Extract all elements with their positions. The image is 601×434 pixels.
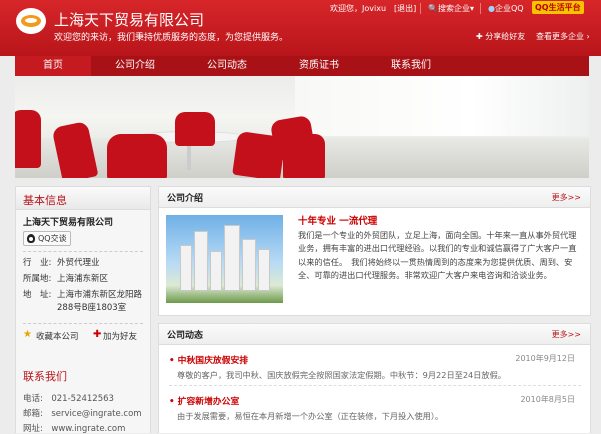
search-icon: 🔍 xyxy=(428,4,438,13)
sidebar-company-name: 上海天下贸易有限公司 xyxy=(23,218,114,228)
news-item-date: 2010年9月12日 xyxy=(515,354,575,363)
chevron-down-icon: ▾ xyxy=(469,4,474,13)
sidebar-actions: ★ 收藏本公司 ✚ 加为好友 xyxy=(23,329,147,343)
company-slogan: 欢迎您的来访，我们秉持优质服务的态度，为您提供服务。 xyxy=(54,33,289,43)
company-name: 上海天下贸易有限公司 xyxy=(54,12,205,29)
star-icon: ★ xyxy=(23,329,32,340)
contact-phone: 电话: 021-52412563 xyxy=(23,394,114,404)
nav-item-contact[interactable]: 联系我们 xyxy=(373,56,449,76)
company-intro-more-link[interactable]: 更多>> xyxy=(552,192,581,203)
basic-info-header: 基本信息 xyxy=(16,187,150,210)
company-building-photo xyxy=(166,215,283,303)
basic-info-title: 基本信息 xyxy=(23,194,67,207)
company-news-more-link[interactable]: 更多>> xyxy=(552,329,581,340)
main-nav: 首页 公司介绍 公司动态 资质证书 联系我们 xyxy=(15,56,589,76)
news-item: • 扩容新增办公室 2010年8月5日 由于发展需要，易恒在本月新增一个办公室（… xyxy=(169,394,581,428)
qq-chat-button[interactable]: QQ交谈 xyxy=(23,231,71,246)
contact-title: 联系我们 xyxy=(23,370,67,383)
qq-icon: ● xyxy=(488,4,495,13)
hero-banner-image xyxy=(15,76,589,178)
contact-email[interactable]: 邮箱: service@ingrate.com xyxy=(23,407,142,419)
news-item-summary: 尊敬的客户，我司中秋、国庆放假完全按照国家法定假期。中秋节：9月22日至24日放… xyxy=(177,370,506,380)
news-item-title[interactable]: • 扩容新增办公室 xyxy=(169,394,239,407)
plus-icon: ✚ xyxy=(93,329,102,340)
news-item-title[interactable]: • 中秋国庆放假安排 xyxy=(169,353,248,366)
nav-item-certificates[interactable]: 资质证书 xyxy=(281,56,357,76)
industry-row: 行 业: 外贸代理业 xyxy=(23,258,100,268)
chevron-right-icon: › xyxy=(586,32,590,41)
favorite-company-link[interactable]: 收藏本公司 xyxy=(36,330,79,342)
contact-website[interactable]: 网址: www.ingrate.com xyxy=(23,422,125,434)
more-business-link[interactable]: 查看更多企业 › xyxy=(536,31,590,42)
top-bar: 欢迎您，Jovixu [退出] 🔍搜索企业▾ ●企业QQ QQ生活平台 xyxy=(330,1,601,17)
nav-item-home[interactable]: 首页 xyxy=(15,56,91,76)
company-intro-panel: 公司介绍 更多>> 十年专业 一流代理 我们是一个专业的外贸团队，立足上海，面向… xyxy=(158,186,591,316)
contact-header: 联系我们 xyxy=(16,363,150,385)
news-item-summary: 由于发展需要，易恒在本月新增一个办公室（正在装修，下月投入使用）。 xyxy=(177,411,444,421)
company-news-panel: 公司动态 更多>> • 中秋国庆放假安排 2010年9月12日 尊敬的客户，我司… xyxy=(158,323,591,433)
address-row: 地 址: 上海市浦东新区龙阳路288号B座1803室 xyxy=(23,290,143,313)
location-row: 所属地: 上海浦东新区 xyxy=(23,274,109,284)
company-intro-header: 公司介绍 更多>> xyxy=(159,187,590,208)
welcome-text: 欢迎您，Jovixu xyxy=(330,4,387,13)
nav-item-company-intro[interactable]: 公司介绍 xyxy=(97,56,173,76)
qq-link[interactable]: ●企业QQ xyxy=(488,3,524,14)
sidebar: 基本信息 上海天下贸易有限公司 QQ交谈 行 业: 外贸代理业 所属地: 上海浦… xyxy=(15,186,151,434)
logout-link[interactable]: [退出] xyxy=(394,3,416,14)
site-header: 上海天下贸易有限公司 欢迎您的来访，我们秉持优质服务的态度，为您提供服务。 欢迎… xyxy=(0,0,601,56)
search-company-link[interactable]: 🔍搜索企业▾ xyxy=(428,3,474,14)
divider xyxy=(480,3,481,14)
divider xyxy=(169,385,581,386)
qq-icon xyxy=(27,234,35,243)
company-intro-heading: 十年专业 一流代理 xyxy=(298,216,378,227)
news-item-date: 2010年8月5日 xyxy=(520,395,575,404)
company-news-title: 公司动态 xyxy=(167,331,204,341)
company-intro-title: 公司介绍 xyxy=(167,194,204,204)
nav-item-company-news[interactable]: 公司动态 xyxy=(189,56,265,76)
company-news-header: 公司动态 更多>> xyxy=(159,324,590,345)
news-item: • 中秋国庆放假安排 2010年9月12日 尊敬的客户，我司中秋、国庆放假完全按… xyxy=(169,353,581,387)
share-icon: ✚ xyxy=(476,32,483,41)
divider xyxy=(23,323,143,324)
company-logo-icon xyxy=(16,8,46,34)
company-intro-text: 我们是一个专业的外贸团队，立足上海，面向全国。十年来一直从事外贸代理业务，拥有丰… xyxy=(298,230,577,281)
divider xyxy=(23,251,143,252)
qq-platform-button[interactable]: QQ生活平台 xyxy=(532,1,584,14)
add-friend-link[interactable]: 加为好友 xyxy=(103,330,137,342)
divider xyxy=(420,3,421,14)
share-link[interactable]: ✚ 分享给好友 xyxy=(476,31,525,42)
